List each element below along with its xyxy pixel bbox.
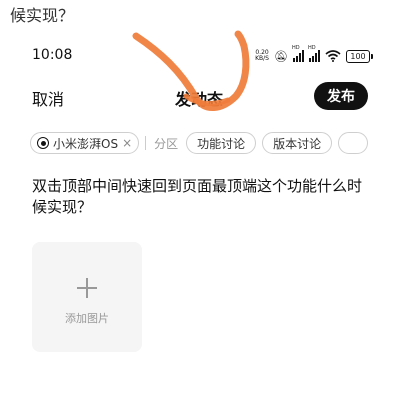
nav-bar: 取消 发动态 发布 xyxy=(0,80,400,112)
close-icon[interactable]: × xyxy=(122,136,132,150)
cell-signal-icon: HD xyxy=(292,45,304,62)
category-chip-more[interactable] xyxy=(338,132,369,154)
status-bar: 10:08 0.20 KB/S 🔕︎ HD HD 100 xyxy=(0,44,400,68)
wifi-icon xyxy=(325,50,341,62)
status-time: 10:08 xyxy=(32,47,73,63)
status-icons: 0.20 KB/S 🔕︎ HD HD 100 xyxy=(255,45,373,64)
network-speed: 0.20 KB/S xyxy=(255,50,269,62)
topic-tag-row: 小米澎湃OS × 分区 功能讨论 版本讨论 xyxy=(30,130,400,156)
bell-muted-icon: 🔕︎ xyxy=(274,49,288,63)
cancel-button[interactable]: 取消 xyxy=(32,86,64,110)
plus-icon xyxy=(77,278,97,298)
add-image-button[interactable]: 添加图片 xyxy=(32,242,142,352)
cell-signal-icon-2: HD xyxy=(308,45,320,62)
signal-hd-label-2: HD xyxy=(308,45,316,51)
cropped-caption-text: 候实现？ xyxy=(10,6,75,25)
publish-button[interactable]: 发布 xyxy=(314,82,368,110)
category-chip-feature-discussion[interactable]: 功能讨论 xyxy=(186,132,257,154)
radio-selected-icon xyxy=(37,137,49,149)
divider xyxy=(145,136,147,150)
add-image-label: 添加图片 xyxy=(65,312,109,325)
category-chip-version-discussion[interactable]: 版本讨论 xyxy=(262,132,333,154)
network-speed-unit: KB/S xyxy=(255,55,269,62)
section-label: 分区 xyxy=(154,136,179,151)
page-title: 发动态 xyxy=(175,90,224,109)
post-text-input[interactable]: 双击顶部中间快速回到页面最顶端这个功能什么时候实现？ xyxy=(32,176,372,218)
selected-topic-label: 小米澎湃OS xyxy=(53,136,119,151)
selected-topic-chip[interactable]: 小米澎湃OS × xyxy=(30,132,140,154)
signal-hd-label: HD xyxy=(292,45,300,51)
battery-icon: 100 xyxy=(346,49,373,63)
